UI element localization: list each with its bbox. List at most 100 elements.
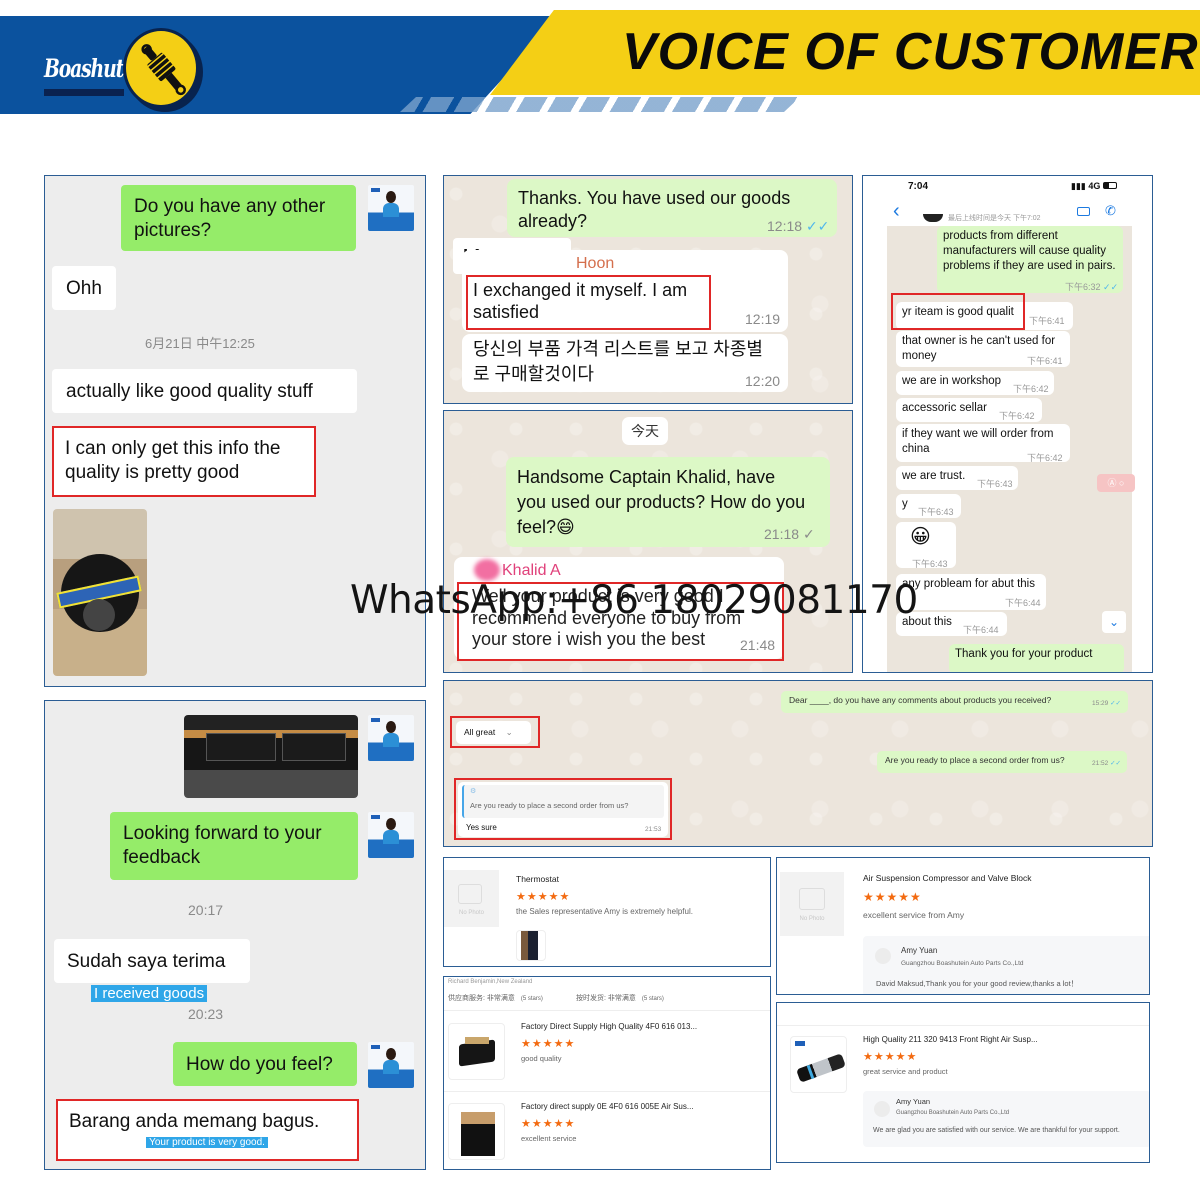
time-text: 21:52 [1092, 760, 1109, 767]
message-text: Sudah saya terima [67, 951, 226, 972]
message-time: 21:18 ✓ [764, 526, 815, 543]
highlight-box [56, 1099, 359, 1161]
rating-stars: ★★★★★ [521, 1038, 576, 1050]
scroll-down-button[interactable]: ⌄ [1102, 611, 1126, 633]
seller-photo-part-label [184, 715, 358, 798]
review-comment: the Sales representative Amy is extremel… [516, 907, 693, 916]
seller-avatar [368, 715, 414, 761]
divider [444, 1091, 770, 1092]
no-photo-placeholder: No Photo [780, 872, 844, 936]
message-time: 12:18 ✓✓ [767, 218, 829, 235]
message-time: 15:29 ✓✓ [1092, 699, 1121, 707]
divider [444, 1010, 770, 1011]
highlight-box [466, 275, 711, 330]
date-chip: 今天 [622, 417, 668, 445]
video-call-icon[interactable] [1077, 207, 1090, 216]
highlight-box [454, 778, 672, 840]
review-product-title: Air Suspension Compressor and Valve Bloc… [863, 873, 1032, 883]
message-text: accessoric sellar [902, 402, 987, 414]
on-time-rating: 按时发货: 非常满意 (5 stars) [576, 993, 664, 1003]
message-bubble-seller: Dear ____, do you have any comments abou… [781, 691, 1128, 713]
message-time: 下午6:41 [1027, 356, 1063, 366]
phone-call-icon[interactable]: ✆ [1105, 203, 1116, 219]
message-text: Do you have any other pictures? [134, 196, 326, 241]
back-button[interactable]: ‹ [893, 200, 900, 223]
message-text: Ohh [66, 278, 102, 299]
brand-logo [123, 28, 199, 108]
battery-icon [1102, 182, 1117, 189]
time-text: 15:29 [1092, 700, 1109, 707]
chat-timestamp: 20:23 [188, 1006, 224, 1022]
product-thumbnail-valve-block[interactable] [448, 1023, 505, 1080]
message-time: 21:52 ✓✓ [1092, 759, 1121, 767]
reply-text: David Maksud,Thank you for your good rev… [876, 979, 1079, 988]
contact-avatar [923, 214, 943, 222]
seller-avatar [368, 185, 414, 231]
message-bubble-seller: Are you ready to place a second order fr… [877, 751, 1127, 773]
double-check-icon: ✓✓ [1103, 282, 1119, 292]
shock-absorber-icon [141, 44, 186, 96]
emoji-grinning-icon: 😀 [910, 526, 931, 548]
message-bubble-customer: Sudah saya terima [54, 939, 250, 983]
no-photo-placeholder: No Photo [444, 870, 499, 927]
highlight-box [450, 716, 540, 748]
reply-company: Guangzhou Boashutein Auto Parts Co.,Ltd [901, 960, 1024, 967]
review-card-richard: Richard Benjamin,New Zealand 供应商服务: 非常满意… [443, 976, 771, 1170]
message-time: 下午6:42 [1013, 384, 1049, 394]
date-text: 今天 [631, 423, 659, 439]
seller-avatar [368, 812, 414, 858]
message-text: Thank you for your product [955, 648, 1093, 660]
rating-stars: ★★★★★ [863, 1051, 918, 1063]
chat-area: products from different manufacturers wi… [887, 226, 1135, 672]
message-text: products from different manufacturers wi… [943, 230, 1116, 272]
message-time: 下午6:32 ✓✓ [1065, 280, 1118, 293]
chat-timestamp: 6月21日 中午12:25 [145, 336, 255, 351]
product-thumbnail-air-strut[interactable] [790, 1036, 847, 1093]
reply-name: Amy Yuan [901, 946, 938, 955]
reviewer-name: Richard Benjamin,New Zealand [448, 979, 533, 985]
message-bubble-seller: How do you feel? [173, 1042, 357, 1086]
message-bubble-customer: Ohh [52, 266, 116, 310]
message-text: Are you ready to place a second order fr… [885, 755, 1065, 765]
translation-label: I received goods [91, 985, 208, 1002]
no-photo-text: No Photo [458, 910, 485, 916]
review-comment: good quality [521, 1054, 562, 1063]
double-check-icon: ✓✓ [1110, 760, 1121, 767]
message-bubble-customer: 당신의 부품 가격 리스트를 보고 차종별 로 구매할것이다 [462, 334, 788, 392]
contact-status: 最后上线时间是今天 下午7:02 [948, 215, 1041, 222]
highlight-box [52, 426, 316, 497]
rating-label: 按时发货: 非常满意 [576, 995, 636, 1002]
review-product-title: Factory direct supply 0E 4F0 616 005E Ai… [521, 1102, 694, 1111]
image-placeholder-icon [799, 888, 825, 910]
reply-name: Amy Yuan [896, 1097, 931, 1106]
chat-panel-whatsapp-khalid: 今天 Handsome Captain Khalid, have you use… [443, 410, 853, 673]
message-bubble-seller: Do you have any other pictures? [121, 185, 356, 251]
message-text: How do you feel? [186, 1054, 333, 1075]
message-text: actually like good quality stuff [66, 381, 313, 402]
reply-text: We are glad you are satisfied with our s… [873, 1127, 1120, 1134]
message-bubble-customer: actually like good quality stuff [52, 369, 357, 413]
double-check-icon: ✓✓ [1110, 700, 1121, 707]
message-text: Dear ____, do you have any comments abou… [789, 695, 1052, 705]
reply-company: Guangzhou Boashutein Auto Parts Co.,Ltd [896, 1110, 1010, 1116]
divider [777, 1025, 1149, 1026]
message-bubble-seller: Looking forward to your feedback [110, 812, 358, 880]
seller-reply: Amy Yuan Guangzhou Boashutein Auto Parts… [863, 1091, 1149, 1147]
message-time: 下午6:43 [918, 507, 954, 517]
review-photo-thumbnail[interactable] [516, 930, 546, 961]
message-time: 下午6:44 [963, 625, 999, 635]
ai-search-pill[interactable]: Ⓐ ○ [1097, 474, 1135, 492]
message-text: we are in workshop [902, 375, 1002, 387]
message-time: 下午6:41 [1029, 316, 1065, 326]
header-stripes [400, 97, 800, 112]
chat-timestamp: 20:17 [188, 902, 224, 918]
reply-avatar [875, 948, 891, 964]
review-comment: excellent service [521, 1134, 577, 1143]
review-card-air-strut: High Quality 211 320 9413 Front Right Ai… [776, 1002, 1150, 1163]
message-text: we are trust. [902, 470, 966, 482]
review-product-title: High Quality 211 320 9413 Front Right Ai… [863, 1035, 1038, 1044]
network-text: 4G [1088, 181, 1101, 191]
product-thumbnail-compressor-box[interactable] [448, 1103, 505, 1160]
seller-avatar [368, 1042, 414, 1088]
message-text: y [902, 498, 908, 510]
